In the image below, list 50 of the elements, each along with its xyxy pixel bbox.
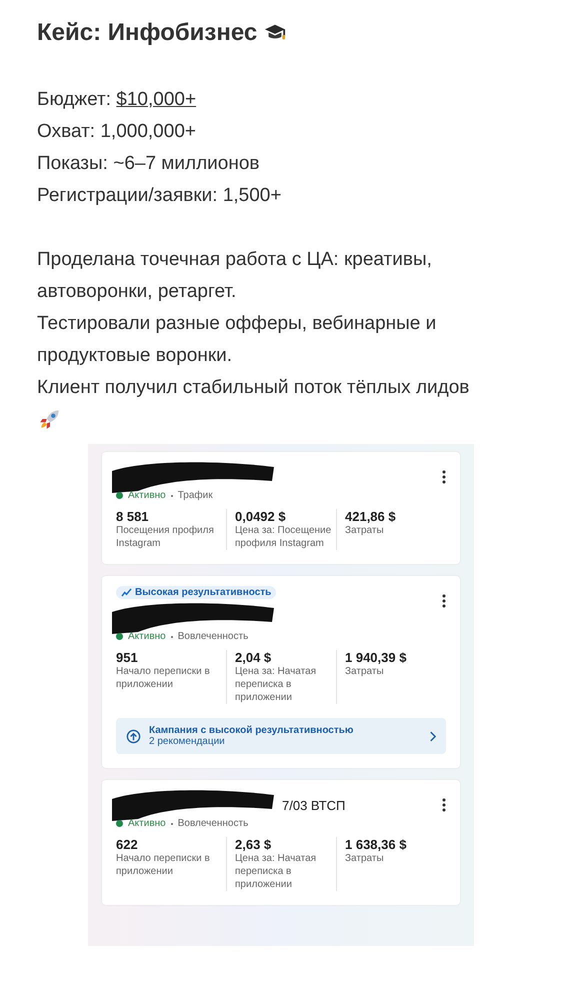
metric-label: Посещения профиля Instagram (116, 524, 215, 550)
metric-value: 8 581 (116, 509, 150, 524)
separator-dot (170, 636, 173, 638)
metric-value: 622 (116, 837, 139, 852)
paragraph-text: Проделана точечная работа с ЦА: креативы, автоворонки, ретаргет. (37, 248, 433, 304)
metric-label: Цена за: Начатая переписка в приложении (235, 665, 318, 704)
recommendation-count: 2 рекомендации (149, 736, 226, 747)
metric-value: 2,63 $ (235, 837, 272, 852)
arrow-up-circle-icon (126, 728, 141, 744)
goal-label: Вовлеченность (178, 631, 248, 642)
goal-label: Трафик (178, 490, 213, 501)
page-title: Кейс: Инфобизнес (37, 19, 258, 47)
metric-label: Цена за: Начатая переписка в приложении (235, 852, 318, 891)
metric-value: 1 940,39 $ (345, 650, 408, 665)
recommendation-title: Кампания с высокой результативностью (149, 725, 354, 736)
status-dot (116, 492, 123, 499)
status-label: Активно (128, 490, 166, 501)
metric-label: Цена за: Посещение профиля Instagram (235, 524, 332, 550)
metric-value: 2,04 $ (235, 650, 272, 665)
stat-line: Охват: 1,000,000+ (37, 120, 197, 144)
stat-line: Показы: ~6–7 миллионов (37, 152, 260, 176)
campaign-name: 7/03 ВТСП (282, 798, 346, 812)
metric-label: Затраты (345, 852, 385, 865)
metric-label: Начало переписки в приложении (116, 852, 211, 878)
goal-label: Вовлеченность (178, 818, 248, 829)
metric-label: Начало переписки в приложении (116, 665, 211, 691)
status-dot (116, 633, 123, 640)
separator-dot (170, 822, 173, 824)
metric-value: 421,86 $ (345, 509, 397, 524)
status-label: Активно (128, 631, 166, 642)
more-icon[interactable] (442, 594, 446, 608)
chevron-right-icon (429, 730, 436, 742)
trend-icon (121, 588, 132, 597)
recommendation-banner[interactable]: Кампания с высокой результативностью 2 рекомендации (116, 718, 446, 754)
stat-line: Бюджет: $10,000+ (37, 88, 198, 112)
stat-line: Регистрации/заявки: 1,500+ (37, 184, 282, 208)
metric-label: Затраты (345, 524, 385, 537)
more-icon[interactable] (442, 798, 446, 812)
status-label: Активно (128, 818, 166, 829)
metric-value: 951 (116, 650, 139, 665)
metric-value: 0,0492 $ (235, 509, 287, 524)
paragraph-text: Клиент получил стабильный поток тёплых лидов (37, 376, 470, 400)
status-dot (116, 820, 123, 827)
paragraph-text: Тестировали разные офферы, вебинарные и продуктовые воронки. (37, 312, 438, 368)
performance-badge: Высокая результативность (116, 586, 276, 599)
more-icon[interactable] (442, 470, 446, 484)
metric-label: Затраты (345, 665, 385, 678)
budget-link[interactable]: $10,000+ (116, 89, 196, 110)
separator-dot (170, 494, 173, 496)
metric-value: 1 638,36 $ (345, 837, 408, 852)
